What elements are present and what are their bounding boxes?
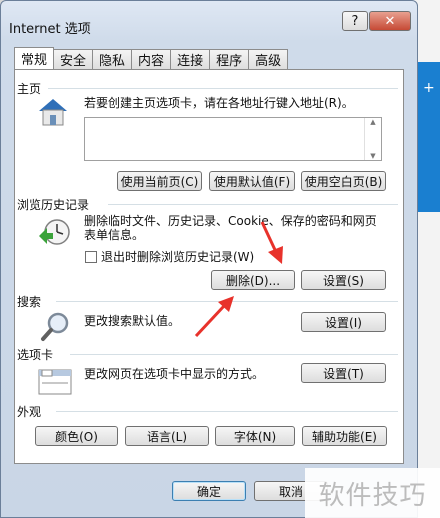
tab-general[interactable]: 常规 xyxy=(14,47,55,69)
annotation-arrows xyxy=(194,221,283,338)
watermark: 软件技巧 xyxy=(305,468,440,518)
